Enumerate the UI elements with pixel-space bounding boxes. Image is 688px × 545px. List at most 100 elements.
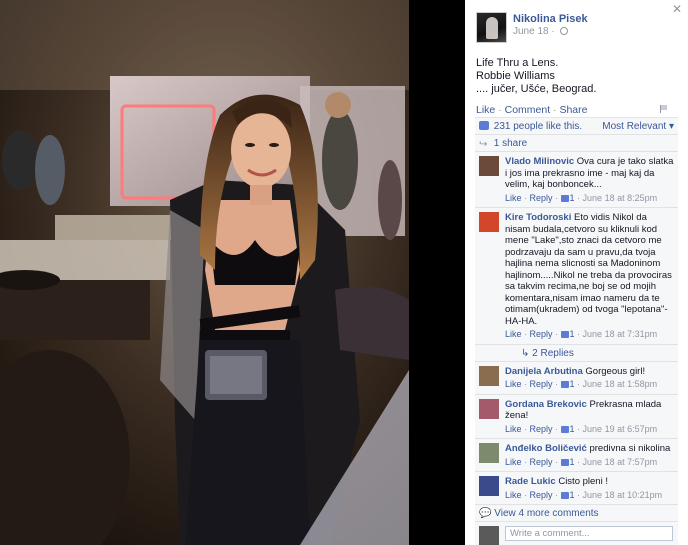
sort-dropdown[interactable]: Most Relevant ▾ xyxy=(602,118,674,135)
commenter-name[interactable]: Anđelko Boličević xyxy=(505,443,587,454)
author-name[interactable]: Nikolina Pisek xyxy=(513,13,588,25)
comment-reply-link[interactable]: Reply xyxy=(530,193,553,203)
photo-viewer[interactable] xyxy=(0,0,409,545)
shares-count[interactable]: 1 share xyxy=(494,138,527,149)
commenter-avatar[interactable] xyxy=(479,476,499,496)
commenter-name[interactable]: Danijela Arbutina xyxy=(505,366,583,377)
comment-text: predivna si nikolina xyxy=(589,443,671,454)
post-line: Life Thru a Lens. xyxy=(476,57,559,69)
comment-reply-link[interactable]: Reply xyxy=(530,424,553,434)
post-date-text[interactable]: June 18 xyxy=(513,26,549,37)
commenter-name[interactable]: Kire Todoroski xyxy=(505,212,571,223)
comment-time[interactable]: June 18 at 8:25pm xyxy=(583,193,658,203)
commenter-avatar[interactable] xyxy=(479,212,499,232)
shares-row: ↪ 1 share xyxy=(475,135,678,152)
post-date[interactable]: June 18 · xyxy=(513,26,568,37)
comment-like-link[interactable]: Like xyxy=(505,424,522,434)
ufi-box: 231 people like this. Most Relevant ▾ ↪ … xyxy=(475,117,678,545)
comment-item: Vlado Milinovic Ova cura je tako slatka … xyxy=(475,152,678,208)
comment-like-count[interactable]: 1 xyxy=(570,379,575,389)
comment-reply-link[interactable]: Reply xyxy=(530,457,553,467)
comment-item: Danijela Arbutina Gorgeous girl! Like · R… xyxy=(475,362,678,395)
likes-row: 231 people like this. Most Relevant ▾ xyxy=(475,118,678,135)
author-avatar[interactable] xyxy=(476,12,507,43)
view-more-comments[interactable]: 💬 View 4 more comments xyxy=(475,505,678,522)
photo xyxy=(0,0,409,545)
action-separator: · xyxy=(498,104,502,116)
like-icon xyxy=(479,121,489,130)
close-icon[interactable]: ✕ xyxy=(672,2,682,16)
post-line: .... jučer, Ušće, Beograd. xyxy=(476,83,597,95)
commenter-avatar[interactable] xyxy=(479,443,499,463)
comment-meta: Like · Reply · 1 · June 18 at 7:31pm xyxy=(505,329,658,339)
view-more-label[interactable]: View 4 more comments xyxy=(494,508,598,519)
post-panel: ✕ Nikolina Pisek June 18 · Life Thru a L… xyxy=(465,0,688,545)
comment-bubble-icon: 💬 xyxy=(479,508,492,519)
post-line: Robbie Williams xyxy=(476,70,555,82)
chevron-down-icon: ▾ xyxy=(668,121,674,132)
comment-list: Vlado Milinovic Ova cura je tako slatka … xyxy=(475,152,678,505)
like-icon xyxy=(560,491,569,499)
comment-like-link[interactable]: Like xyxy=(505,329,522,339)
comment-time[interactable]: June 18 at 7:31pm xyxy=(583,329,658,339)
like-icon xyxy=(560,194,569,202)
commenter-avatar[interactable] xyxy=(479,398,499,419)
comment-like-link[interactable]: Like xyxy=(505,193,522,203)
share-icon: ↪ xyxy=(479,139,488,150)
globe-icon xyxy=(559,27,568,35)
flag-icon[interactable] xyxy=(660,105,668,113)
comment-like-link[interactable]: Like xyxy=(505,457,522,467)
comment-like-link[interactable]: Like xyxy=(505,379,522,389)
comment-text: Gorgeous girl! xyxy=(585,365,646,377)
write-comment-row xyxy=(475,522,678,545)
commenter-avatar[interactable] xyxy=(479,156,499,176)
comment-like-count[interactable]: 1 xyxy=(570,329,575,339)
likes-count[interactable]: 231 people like this. xyxy=(494,121,582,132)
share-link[interactable]: Share xyxy=(559,104,587,116)
post-message: Life Thru a Lens. Robbie Williams .... j… xyxy=(476,57,596,96)
comment-item: Kire Todoroski Eto vidis Nikol da nisam … xyxy=(475,208,678,345)
comment-item: Rade Lukic Cisto pleni ! Like · Reply · 1… xyxy=(475,472,678,505)
comment-meta: Like · Reply · 1 · June 18 at 10:21pm xyxy=(505,489,663,500)
comment-reply-link[interactable]: Reply xyxy=(530,490,553,500)
like-link[interactable]: Like xyxy=(476,104,495,116)
action-separator: · xyxy=(553,104,557,116)
comment-time[interactable]: June 18 at 1:58pm xyxy=(583,379,658,389)
like-icon xyxy=(560,331,569,338)
like-icon xyxy=(560,458,569,466)
commenter-name[interactable]: Vlado Milinovic xyxy=(505,156,574,167)
comment-like-count[interactable]: 1 xyxy=(570,457,575,467)
viewer-avatar xyxy=(479,526,499,545)
comment-input[interactable] xyxy=(505,526,673,541)
comment-meta: Like · Reply · 1 · June 19 at 6:57pm xyxy=(505,423,658,434)
comment-link[interactable]: Comment xyxy=(505,104,551,116)
view-replies-link[interactable]: ↳ 2 Replies xyxy=(475,345,678,362)
like-icon xyxy=(560,381,569,388)
replies-count[interactable]: 2 Replies xyxy=(532,348,574,359)
viewer-gutter xyxy=(409,0,465,545)
comment-text: Cisto pleni ! xyxy=(558,476,608,487)
comment-item: Anđelko Boličević predivna si nikolina Li… xyxy=(475,439,678,472)
comment-reply-link[interactable]: Reply xyxy=(530,379,553,389)
commenter-name[interactable]: Gordana Brekovic xyxy=(505,399,587,410)
date-separator: · xyxy=(551,26,555,37)
comment-like-link[interactable]: Like xyxy=(505,490,522,500)
comment-text: Eto vidis Nikol da nisam budala,cetvoro … xyxy=(505,212,672,327)
commenter-avatar[interactable] xyxy=(479,365,499,386)
reply-arrow-icon: ↳ xyxy=(521,347,530,359)
post-actions: Like · Comment · Share xyxy=(476,104,588,116)
sort-label[interactable]: Most Relevant xyxy=(602,121,666,132)
comment-like-count[interactable]: 1 xyxy=(570,193,575,203)
comment-item: Gordana Brekovic Prekrasna mlada žena! Li… xyxy=(475,395,678,439)
comment-meta: Like · Reply · 1 · June 18 at 1:58pm xyxy=(505,379,658,389)
comment-time[interactable]: June 18 at 10:21pm xyxy=(583,490,663,500)
comment-time[interactable]: June 19 at 6:57pm xyxy=(583,424,658,434)
comment-meta: Like · Reply · 1 · June 18 at 7:57pm xyxy=(505,456,658,467)
comment-time[interactable]: June 18 at 7:57pm xyxy=(583,457,658,467)
commenter-name[interactable]: Rade Lukic xyxy=(505,476,556,487)
like-icon xyxy=(560,425,569,433)
comment-meta: Like · Reply · 1 · June 18 at 8:25pm xyxy=(505,192,658,203)
comment-like-count[interactable]: 1 xyxy=(570,490,575,500)
comment-reply-link[interactable]: Reply xyxy=(530,329,553,339)
comment-like-count[interactable]: 1 xyxy=(570,424,575,434)
